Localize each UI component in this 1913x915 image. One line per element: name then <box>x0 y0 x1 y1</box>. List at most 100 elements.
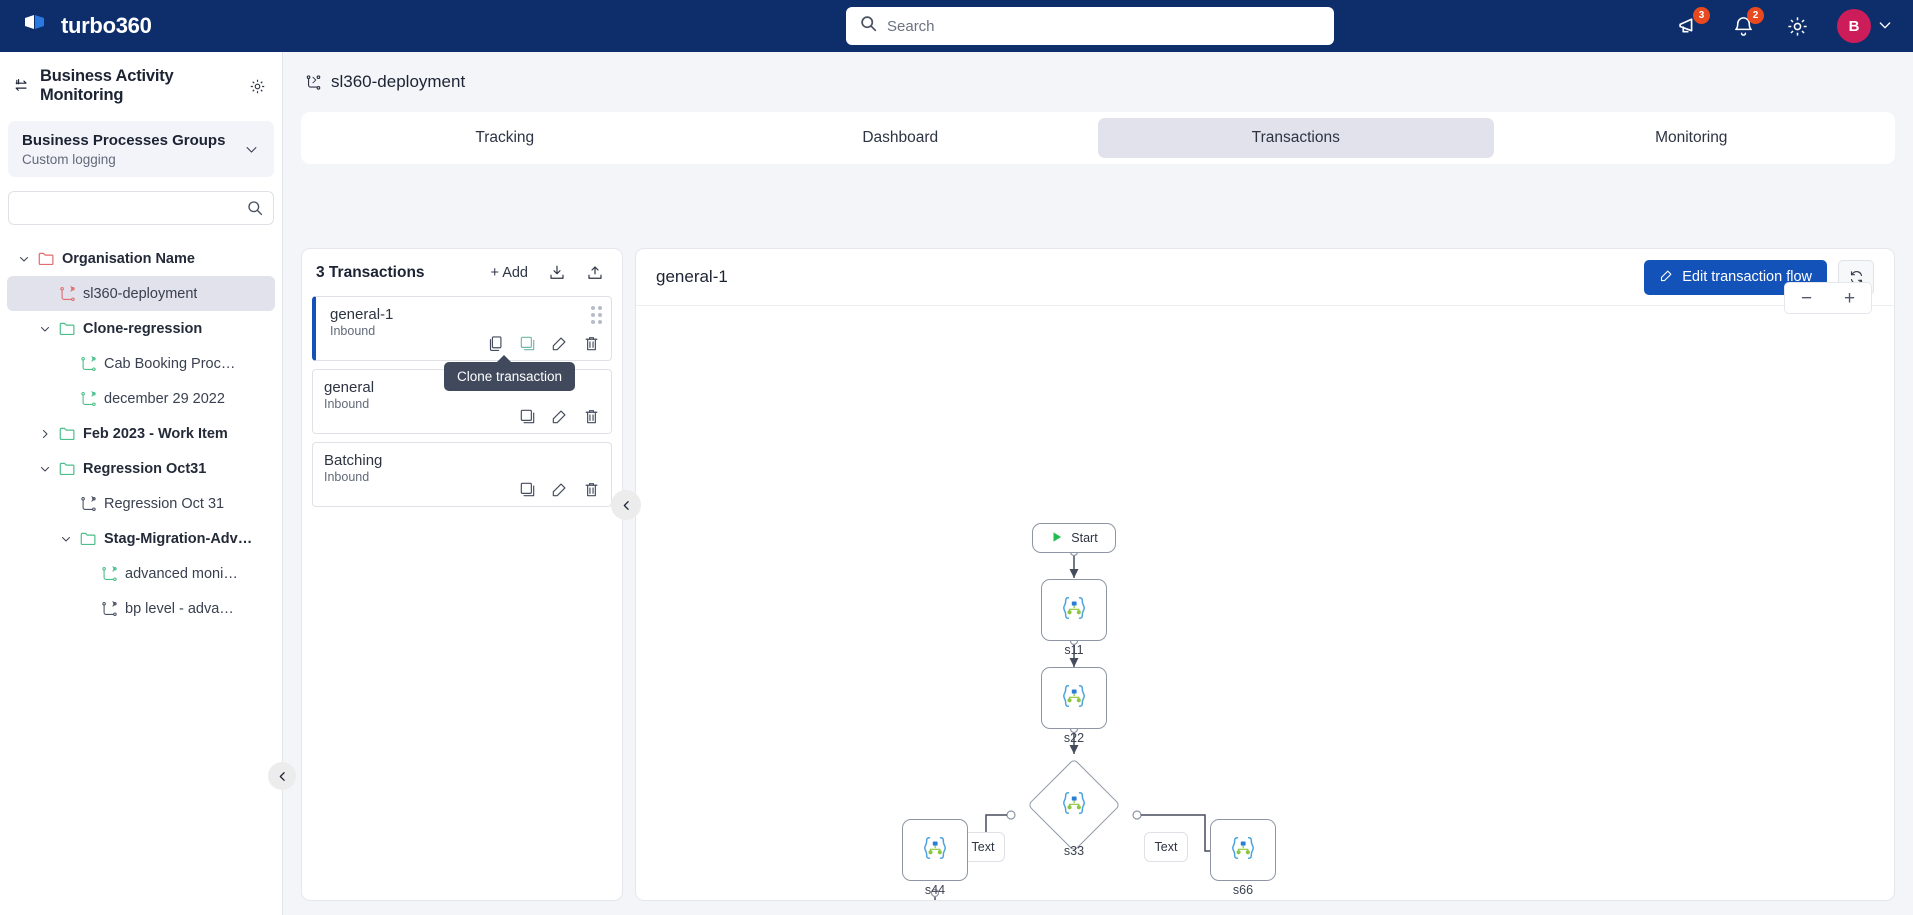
upload-icon[interactable] <box>584 264 606 282</box>
tab-monitoring[interactable]: Monitoring <box>1494 118 1890 158</box>
transaction-card[interactable]: Batching Inbound <box>312 442 612 507</box>
edit-icon[interactable] <box>551 408 568 425</box>
brand-logo[interactable]: turbo360 <box>0 13 330 39</box>
chevron-down-icon[interactable] <box>1877 17 1893 36</box>
edit-icon[interactable] <box>551 481 568 498</box>
edit-icon <box>1659 268 1674 287</box>
flow-title: general-1 <box>656 267 728 286</box>
search-icon <box>246 200 263 217</box>
transactions-panel-collapse-button[interactable] <box>611 490 641 520</box>
chevron-down-icon[interactable] <box>59 533 73 545</box>
clone-icon[interactable] <box>519 335 536 352</box>
flow-node-label: s11 <box>1064 643 1084 657</box>
flow-node-s66[interactable]: s66 <box>1210 819 1276 897</box>
process-flow-icon <box>80 355 97 372</box>
sidebar-tree-item-regression-oct31[interactable]: Regression Oct31 <box>7 451 275 486</box>
download-icon[interactable] <box>546 264 568 282</box>
transactions-list: general-1 Inbound general Inbound Batching In… <box>302 296 622 515</box>
transaction-flow-panel: general-1 Edit transaction flow − + Star… <box>635 248 1895 901</box>
sidebar-tree-item-sl360-deployment[interactable]: sl360-deployment <box>7 276 275 312</box>
chevron-right-icon[interactable] <box>38 428 52 440</box>
zoom-out-button[interactable]: − <box>1801 289 1812 308</box>
clone-icon[interactable] <box>519 481 536 498</box>
gear-icon[interactable] <box>1783 12 1811 40</box>
flow-node-s44[interactable]: s44 <box>902 819 968 897</box>
tab-bar: Tracking Dashboard Transactions Monitoring <box>301 112 1895 164</box>
process-flow-icon <box>59 285 76 302</box>
json-tree-icon <box>919 835 951 866</box>
folder-icon <box>59 460 76 477</box>
sidebar-tree-item-clone-regression[interactable]: Clone-regression <box>7 311 275 346</box>
sidebar-tree-item-label: bp level - adva… <box>125 600 234 617</box>
flow-header: general-1 Edit transaction flow <box>636 249 1894 306</box>
tab-tracking[interactable]: Tracking <box>307 118 703 158</box>
clone-icon[interactable] <box>519 408 536 425</box>
avatar[interactable]: B <box>1837 9 1871 43</box>
sidebar-tree-item-feb-2023-work-item[interactable]: Feb 2023 - Work Item <box>7 416 275 451</box>
process-flow-icon <box>101 565 118 582</box>
delete-icon[interactable] <box>583 481 600 498</box>
chevron-down-icon[interactable] <box>38 323 52 335</box>
business-process-group-selector[interactable]: Business Processes Groups Custom logging <box>8 121 274 178</box>
sidebar-tree-item-label: Organisation Name <box>62 250 195 267</box>
folder-icon <box>80 530 97 547</box>
process-tree: Organisation Name sl360-deployment Clone-r… <box>0 241 282 626</box>
flow-node-label: s33 <box>1063 844 1085 858</box>
transactions-panel: 3 Transactions + Add general-1 Inbound gen… <box>301 248 641 901</box>
json-tree-icon <box>1227 835 1259 866</box>
sidebar-search-input[interactable] <box>19 200 246 217</box>
gear-icon[interactable] <box>249 78 266 95</box>
flow-node-start[interactable]: Start <box>1032 523 1116 553</box>
bpg-subtitle: Custom logging <box>22 152 116 168</box>
sidebar-tree-item-organisation-name[interactable]: Organisation Name <box>7 241 275 276</box>
sidebar-tree-item-stag-migration-adv[interactable]: Stag-Migration-Adv… <box>7 521 275 556</box>
sidebar-tree-item-cab-booking-proc[interactable]: Cab Booking Proc… <box>7 346 275 381</box>
sidebar-tree-item-bp-level-adva[interactable]: bp level - adva… <box>7 591 275 626</box>
add-transaction-button[interactable]: + Add <box>491 265 529 281</box>
chevron-down-icon[interactable] <box>17 253 31 265</box>
chevron-down-icon[interactable] <box>243 141 260 158</box>
brand-name: turbo360 <box>61 13 152 38</box>
top-navigation-bar: turbo360 3 2 B <box>0 0 1913 52</box>
main-content: sl360-deployment Tracking Dashboard Transa… <box>283 52 1913 915</box>
transaction-actions <box>519 481 600 498</box>
search-input[interactable] <box>887 17 1320 35</box>
delete-icon[interactable] <box>583 335 600 352</box>
flow-node-s11[interactable]: s11 <box>1041 579 1107 657</box>
edit-icon[interactable] <box>551 335 568 352</box>
sidebar-search[interactable] <box>8 191 274 226</box>
business-activity-monitoring-icon <box>14 78 31 95</box>
global-search[interactable] <box>846 7 1334 45</box>
delete-icon[interactable] <box>583 408 600 425</box>
sidebar-tree-item-regression-oct-31[interactable]: Regression Oct 31 <box>7 486 275 521</box>
folder-icon <box>38 250 55 267</box>
sidebar-tree-item-label: Regression Oct 31 <box>104 495 225 512</box>
copy-icon[interactable] <box>487 335 504 352</box>
sidebar-tree-item-label: Regression Oct31 <box>83 460 207 477</box>
flow-node-s22[interactable]: s22 <box>1041 667 1107 745</box>
notifications-badge: 2 <box>1747 7 1764 24</box>
sidebar-tree-item-label: advanced moni… <box>125 565 238 582</box>
bell-icon[interactable]: 2 <box>1729 7 1764 40</box>
transaction-card[interactable]: general-1 Inbound <box>312 296 612 361</box>
flow-branch-label-right[interactable]: Text <box>1144 832 1188 862</box>
drag-handle-icon[interactable] <box>591 306 602 324</box>
breadcrumb: sl360-deployment <box>283 52 1913 92</box>
megaphone-icon[interactable]: 3 <box>1675 7 1710 40</box>
account-menu[interactable]: B <box>1837 9 1893 43</box>
tab-transactions[interactable]: Transactions <box>1098 118 1494 158</box>
start-icon <box>1050 530 1064 547</box>
tab-dashboard[interactable]: Dashboard <box>703 118 1099 158</box>
sidebar-header: Business Activity Monitoring <box>0 52 282 117</box>
sidebar-tree-item-december-29-2022[interactable]: december 29 2022 <box>7 381 275 416</box>
folder-icon <box>59 320 76 337</box>
sidebar-tree-item-advanced-moni[interactable]: advanced moni… <box>7 556 275 591</box>
zoom-in-button[interactable]: + <box>1844 289 1855 308</box>
flow-connectors <box>930 547 1239 900</box>
breadcrumb-text: sl360-deployment <box>331 72 466 91</box>
nav-actions: 3 2 B <box>1675 0 1893 52</box>
sidebar-tree-item-label: december 29 2022 <box>104 390 225 407</box>
flow-canvas[interactable]: Start s11 s22 s33 Text Text s44 s66 <box>636 306 1894 900</box>
sidebar-collapse-button[interactable] <box>268 762 296 790</box>
chevron-down-icon[interactable] <box>38 463 52 475</box>
